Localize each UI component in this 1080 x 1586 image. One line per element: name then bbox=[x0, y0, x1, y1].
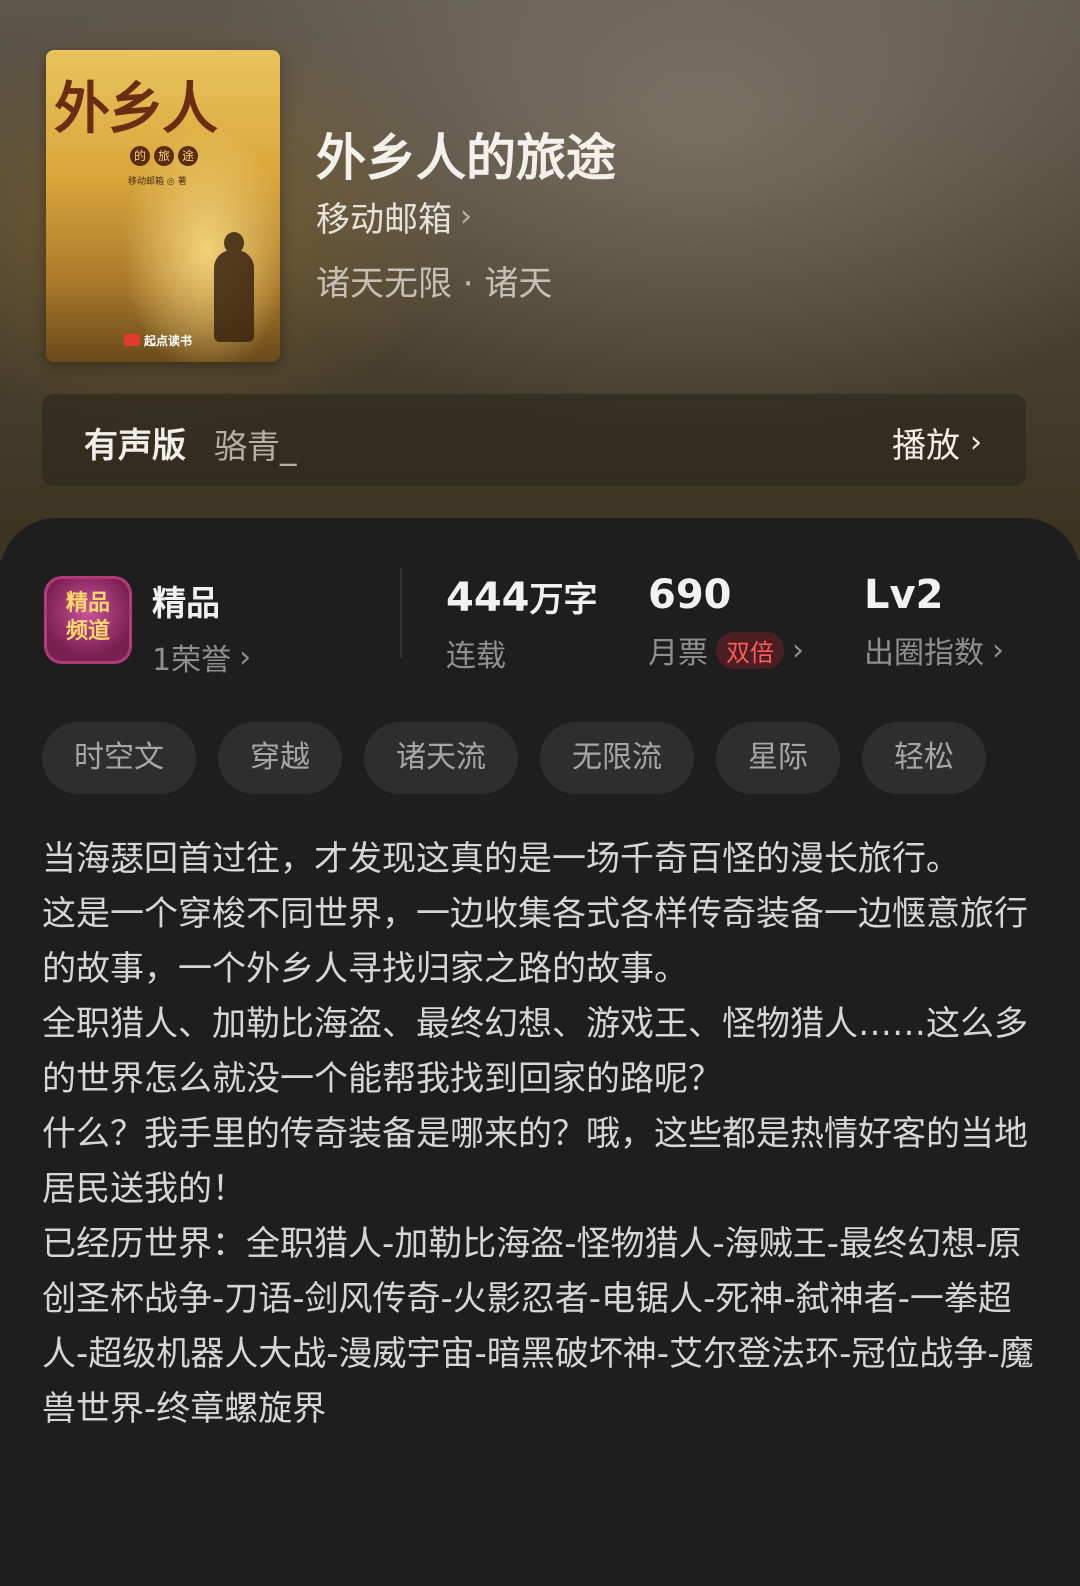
genre-label: 诸天无限 · 诸天 bbox=[316, 264, 553, 304]
word-count-value: 444 bbox=[446, 575, 530, 621]
word-count: 444万字 bbox=[446, 572, 598, 621]
double-votes-badge: 双倍 bbox=[716, 631, 784, 669]
chevron-right-icon: › bbox=[239, 639, 252, 675]
level-value: Lv2 bbox=[864, 572, 944, 618]
tag-chip[interactable]: 无限流 bbox=[540, 722, 694, 794]
author-link[interactable]: 移动邮箱 › bbox=[316, 192, 472, 241]
cover-publisher-name: 起点读书 bbox=[144, 334, 193, 348]
publisher-logo-icon bbox=[124, 334, 140, 346]
monthly-votes-stat[interactable]: 690 月票 双倍 › bbox=[648, 572, 804, 672]
word-count-unit: 万字 bbox=[529, 580, 598, 620]
audio-narrator: 骆青_ bbox=[214, 427, 297, 466]
cover-subtitle-char: 的 bbox=[130, 146, 150, 166]
badge-emblem-text: 精品频道 bbox=[65, 590, 110, 644]
popularity-row: 出圈指数 › bbox=[864, 628, 1004, 672]
cover-figure-illustration bbox=[214, 232, 254, 342]
word-count-stat: 444万字 连载 bbox=[446, 572, 598, 675]
play-button[interactable]: 播放 › bbox=[892, 418, 982, 467]
play-label: 播放 bbox=[892, 426, 960, 466]
honor-stat[interactable]: 精品 1荣誉 › bbox=[152, 576, 251, 679]
serial-status: 连载 bbox=[446, 639, 506, 674]
tag-chip[interactable]: 穿越 bbox=[218, 722, 342, 794]
honor-count: 1荣誉 bbox=[152, 643, 232, 678]
description-paragraph: 已经历世界：全职猎人-加勒比海盗-怪物猎人-海贼王-最终幻想-原创圣杯战争-刀语… bbox=[42, 1224, 1034, 1429]
tag-list: 时空文 穿越 诸天流 无限流 星际 轻松 bbox=[42, 722, 986, 794]
description-paragraph: 这是一个穿梭不同世界，一边收集各式各样传奇装备一边惬意旅行的故事，一个外乡人寻找… bbox=[42, 894, 1028, 989]
cover-author: 移动邮箱 ◎ 著 bbox=[128, 177, 187, 187]
popularity-index-stat[interactable]: Lv2 出圈指数 › bbox=[864, 572, 1004, 672]
cover-publisher: 起点读书 bbox=[124, 332, 192, 349]
cover-subtitle-char: 旅 bbox=[154, 146, 174, 166]
stats-divider bbox=[400, 568, 402, 658]
cover-subtitle: 的 旅 途 bbox=[130, 146, 198, 166]
monthly-votes-value: 690 bbox=[648, 572, 732, 618]
book-title: 外乡人的旅途 bbox=[316, 128, 616, 187]
monthly-votes-label: 月票 bbox=[648, 636, 708, 671]
audio-version-bar[interactable]: 有声版 骆青_ 播放 › bbox=[42, 394, 1026, 486]
description-paragraph: 什么？我手里的传奇装备是哪来的？哦，这些都是热情好客的当地居民送我的！ bbox=[42, 1114, 1028, 1209]
popularity-label: 出圈指数 bbox=[864, 636, 984, 671]
book-cover[interactable]: 外乡人 的 旅 途 移动邮箱 ◎ 著 起点读书 bbox=[46, 50, 280, 362]
badge-title: 精品 bbox=[152, 584, 220, 624]
chevron-right-icon: › bbox=[460, 199, 472, 234]
honor-row: 1荣誉 › bbox=[152, 635, 251, 679]
cover-title: 外乡人 bbox=[54, 76, 218, 142]
tag-chip[interactable]: 轻松 bbox=[862, 722, 986, 794]
tag-chip[interactable]: 诸天流 bbox=[364, 722, 518, 794]
chevron-right-icon: › bbox=[792, 632, 804, 668]
description-paragraph: 全职猎人、加勒比海盗、最终幻想、游戏王、怪物猎人……这么多的世界怎么就没一个能帮… bbox=[42, 1004, 1028, 1099]
audio-label: 有声版 bbox=[84, 426, 186, 466]
quality-badge-icon[interactable]: 精品频道 bbox=[44, 576, 132, 664]
chevron-right-icon: › bbox=[992, 632, 1004, 668]
tag-chip[interactable]: 时空文 bbox=[42, 722, 196, 794]
author-name: 移动邮箱 bbox=[316, 200, 452, 240]
monthly-votes-row: 月票 双倍 › bbox=[648, 628, 804, 672]
tag-chip[interactable]: 星际 bbox=[716, 722, 840, 794]
cover-subtitle-char: 途 bbox=[178, 146, 198, 166]
chevron-right-icon: › bbox=[970, 425, 982, 460]
description-paragraph: 当海瑟回首过往，才发现这真的是一场千奇百怪的漫长旅行。 bbox=[42, 839, 960, 879]
book-description[interactable]: 当海瑟回首过往，才发现这真的是一场千奇百怪的漫长旅行。 这是一个穿梭不同世界，一… bbox=[42, 832, 1038, 1437]
